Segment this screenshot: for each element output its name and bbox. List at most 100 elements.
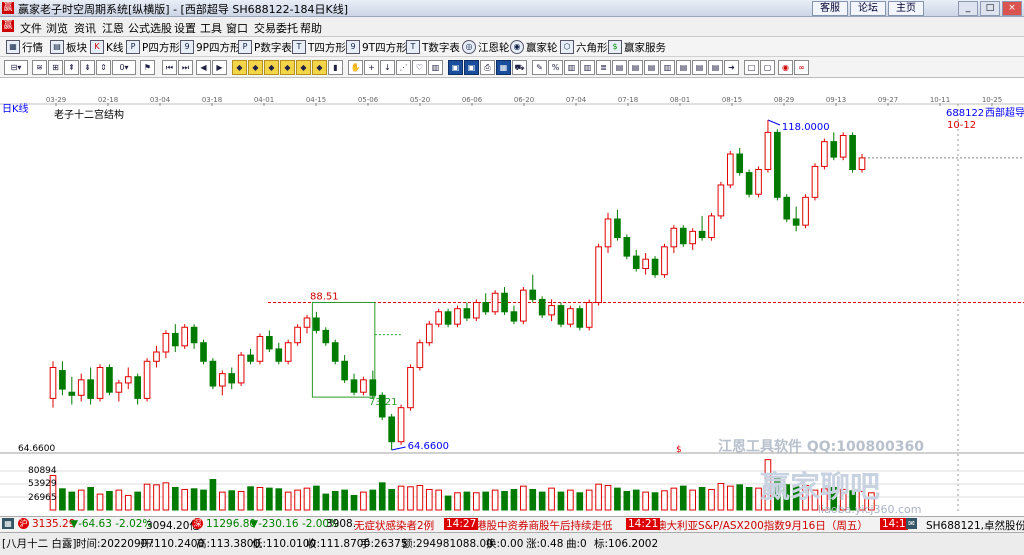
- flag-icon[interactable]: ⚑: [140, 60, 155, 75]
- table-icon[interactable]: ▥: [428, 60, 443, 75]
- volume-bar: [708, 488, 715, 511]
- mail-icon[interactable]: ✉: [906, 518, 917, 529]
- menu-tools[interactable]: 工具: [200, 20, 222, 36]
- zero-dropdown[interactable]: 0▾: [112, 60, 136, 75]
- menu-formula[interactable]: 公式选股: [128, 20, 172, 36]
- btn-hexagon[interactable]: ⬡ 六角形: [560, 40, 608, 54]
- ticker-menu-icon[interactable]: ▦: [2, 518, 14, 529]
- cross-icon[interactable]: +: [364, 60, 379, 75]
- diamond-tool-4-icon[interactable]: ◆: [280, 60, 295, 75]
- volume-bar: [623, 490, 631, 511]
- minimize-icon[interactable]: _: [958, 1, 978, 16]
- diamond-tool-5-icon[interactable]: ◆: [296, 60, 311, 75]
- news-item-3[interactable]: 澳大利亚S&P/ASX200指数9月16日（周五）: [656, 518, 868, 532]
- heart-icon[interactable]: ♡: [412, 60, 427, 75]
- link-forum[interactable]: 论坛: [850, 1, 886, 16]
- first-icon[interactable]: ⏮: [162, 60, 177, 75]
- prev-icon[interactable]: ◀: [196, 60, 211, 75]
- volume-marker: $: [676, 445, 682, 455]
- menu-window[interactable]: 窗口: [226, 20, 248, 36]
- next-icon[interactable]: ▶: [212, 60, 227, 75]
- candle-body: [313, 317, 320, 331]
- menu-gann[interactable]: 江恩: [102, 20, 124, 36]
- status-open: 开:110.2400: [140, 538, 205, 550]
- columns-icon[interactable]: ▥: [580, 60, 595, 75]
- disk-icon[interactable]: ▣: [464, 60, 479, 75]
- right-stock[interactable]: SH688121,卓然股份: [926, 518, 1024, 532]
- arrow-down-icon[interactable]: ⇟: [80, 60, 95, 75]
- print-icon[interactable]: ⎙: [480, 60, 495, 75]
- app-menu-icon[interactable]: 赢: [2, 20, 14, 32]
- volume-bar: [548, 487, 555, 511]
- timeline-icon[interactable]: ▤: [644, 60, 659, 75]
- volume-bar: [171, 486, 179, 511]
- btn-service[interactable]: $ 赢家服务: [608, 40, 666, 54]
- candle-body: [331, 342, 339, 362]
- candle-body: [774, 131, 781, 198]
- volume-icon[interactable]: ▥: [660, 60, 675, 75]
- window-icon[interactable]: ▢: [760, 60, 775, 75]
- btn-p-table[interactable]: P P数字表: [238, 40, 292, 54]
- arrow-up-icon[interactable]: ⇞: [64, 60, 79, 75]
- list-icon[interactable]: ≣: [596, 60, 611, 75]
- save-icon[interactable]: ▣: [448, 60, 463, 75]
- line-tool-icon[interactable]: ↓: [380, 60, 395, 75]
- grid-tool-icon[interactable]: ⊞: [48, 60, 63, 75]
- diamond-tool-6-icon[interactable]: ◆: [312, 60, 327, 75]
- layout-box-icon[interactable]: □: [744, 60, 759, 75]
- infinity-icon[interactable]: ∞: [794, 60, 809, 75]
- menu-file[interactable]: 文件: [20, 20, 42, 36]
- bar-tool-icon[interactable]: ▮: [328, 60, 343, 75]
- diamond-tool-1-icon[interactable]: ◆: [232, 60, 247, 75]
- diamond-tool-2-icon[interactable]: ◆: [248, 60, 263, 75]
- bars-icon[interactable]: ▥: [564, 60, 579, 75]
- candle-body: [124, 376, 132, 384]
- arrow-right-icon[interactable]: ➜: [724, 60, 739, 75]
- menu-help[interactable]: 帮助: [300, 20, 322, 36]
- mini-chart-icon[interactable]: ▤: [628, 60, 643, 75]
- menu-trade[interactable]: 交易委托: [254, 20, 298, 36]
- link-service[interactable]: 客服: [812, 1, 848, 16]
- btn-gann-wheel[interactable]: ◎ 江恩轮: [462, 40, 510, 54]
- 9p-square-icon: 9: [180, 40, 194, 54]
- edit-icon[interactable]: ✎: [532, 60, 547, 75]
- car-icon[interactable]: ⛟: [512, 60, 527, 75]
- target-icon[interactable]: ◉: [778, 60, 793, 75]
- compare-icon[interactable]: ⇕: [96, 60, 111, 75]
- news-item-2[interactable]: 港股中资券商股午后持续走低: [476, 518, 613, 532]
- kline-chart[interactable]: 03-29 02-18 03-04 03-18 04-01 04-15 05-06 05-20…: [0, 95, 1024, 515]
- diamond-tool-3-icon[interactable]: ◆: [264, 60, 279, 75]
- menu-settings[interactable]: 设置: [174, 20, 196, 36]
- link-home[interactable]: 主页: [888, 1, 924, 16]
- btn-9p-square[interactable]: 9 9P四方形: [180, 40, 241, 54]
- menu-news[interactable]: 资讯: [74, 20, 96, 36]
- btn-hexagon-label: 六角形: [576, 41, 608, 54]
- percent-icon[interactable]: %: [548, 60, 563, 75]
- btn-p-square[interactable]: P P四方形: [126, 40, 180, 54]
- btn-kline[interactable]: K K线: [90, 40, 123, 54]
- layout-icon[interactable]: ⊟▾: [4, 60, 28, 75]
- btn-t-table[interactable]: T T数字表: [406, 40, 460, 54]
- menu-browse[interactable]: 浏览: [46, 20, 68, 36]
- btn-sector[interactable]: ▤ 板块: [50, 40, 87, 54]
- stack-icon[interactable]: ▤: [692, 60, 707, 75]
- trend-icon[interactable]: ⋰: [396, 60, 411, 75]
- panel-icon[interactable]: ▤: [708, 60, 723, 75]
- status-qu: 曲:0: [566, 538, 587, 550]
- maximize-icon[interactable]: □: [980, 1, 1000, 16]
- 9t-square-icon: 9: [346, 40, 360, 54]
- news-item-1[interactable]: 无症状感染者2例: [354, 518, 434, 532]
- wave-icon[interactable]: ≋: [32, 60, 47, 75]
- down-bars-icon[interactable]: ▤: [612, 60, 627, 75]
- btn-winner-wheel[interactable]: ◉ 赢家轮: [510, 40, 558, 54]
- split-icon[interactable]: ▤: [676, 60, 691, 75]
- btn-9t-square[interactable]: 9 9T四方形: [346, 40, 407, 54]
- hand-icon[interactable]: ✋: [348, 60, 363, 75]
- drawing-toolbar: ⊟▾ ≋ ⊞ ⇞ ⇟ ⇕ 0▾ ⚑ ⏮ ⏭ ◀ ▶ ◆ ◆ ◆ ◆ ◆ ◆ ▮ …: [0, 57, 1024, 78]
- btn-quote[interactable]: ▦ 行情: [6, 40, 43, 54]
- chart-tool-icon[interactable]: ▦: [496, 60, 511, 75]
- btn-t-square[interactable]: T T四方形: [292, 40, 346, 54]
- close-icon[interactable]: ×: [1002, 1, 1022, 16]
- last-icon[interactable]: ⏭: [178, 60, 193, 75]
- volume-bar: [313, 485, 320, 511]
